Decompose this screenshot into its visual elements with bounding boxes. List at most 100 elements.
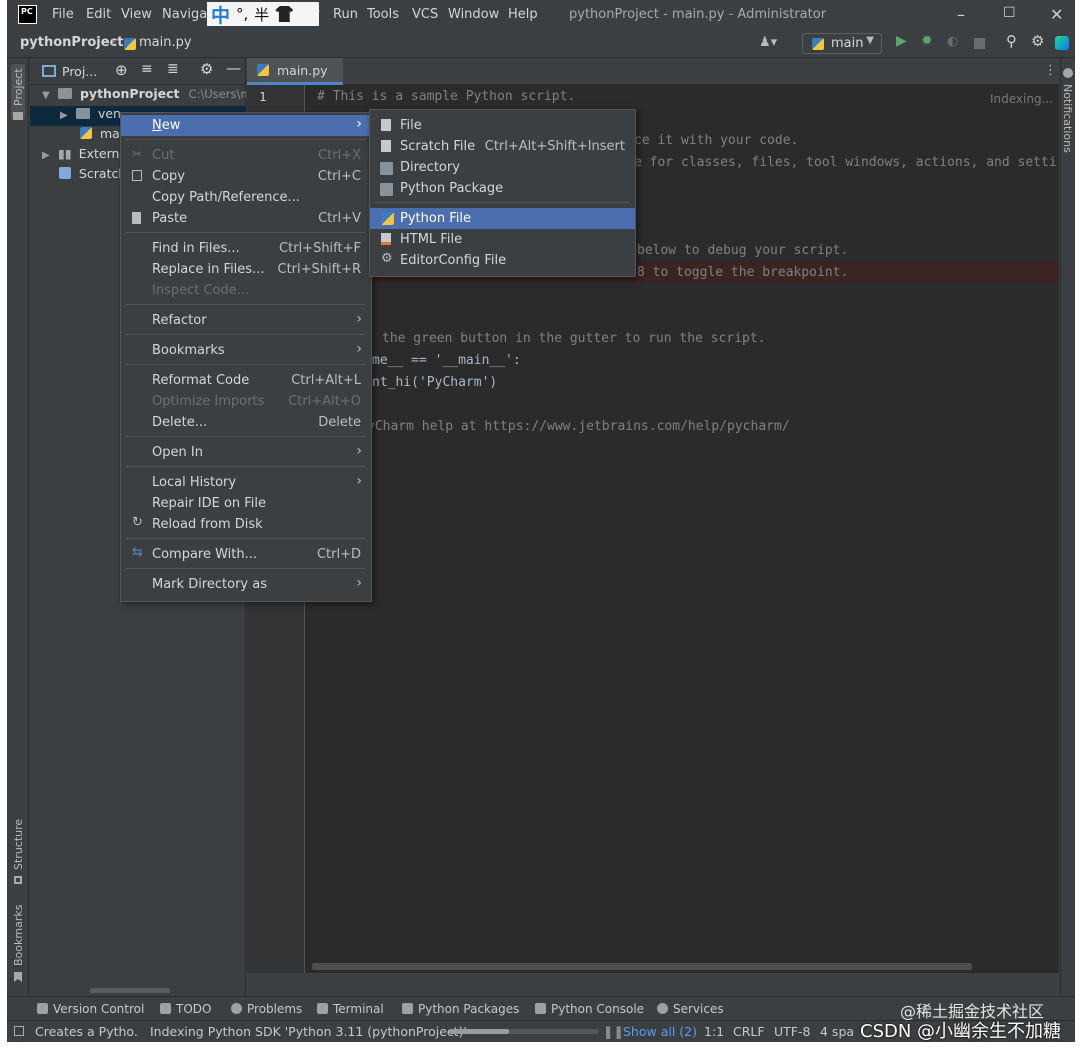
jetbrains-logo-icon[interactable] [1055, 36, 1069, 50]
menu-item-reformat-code[interactable]: Reformat Code Ctrl+Alt+L [121, 370, 371, 391]
chevron-right-icon[interactable]: ▶ [42, 150, 54, 161]
project-panel-title[interactable]: Proj... [62, 64, 97, 79]
bookmarks-tool-label[interactable]: Bookmarks [12, 905, 25, 966]
gear-icon[interactable]: ⚙ [1031, 32, 1045, 50]
tool-todo[interactable]: TODO [160, 1002, 211, 1016]
menu-item-compare-with[interactable]: ⇆ Compare With... Ctrl+D [121, 544, 371, 565]
chevron-right-icon[interactable]: ▶ [60, 110, 72, 121]
tool-windows-toggle-icon[interactable] [14, 1026, 24, 1036]
run-icon[interactable]: ▶ [896, 33, 910, 49]
code-line: yCharm help at https://www.jetbrains.com… [367, 419, 790, 434]
notifications-icon[interactable] [1063, 68, 1073, 78]
file-encoding[interactable]: UTF-8 [774, 1024, 810, 1039]
scissors-icon: ✂ [132, 147, 143, 161]
line-separator[interactable]: CRLF [733, 1024, 765, 1039]
maximize-button[interactable]: ☐ [1003, 5, 1016, 21]
project-tool-label[interactable]: Project [12, 68, 25, 106]
menu-edit[interactable]: Edit [86, 7, 111, 22]
python-icon [812, 38, 824, 50]
submenu-item-python-file[interactable]: Python File [370, 208, 635, 229]
ime-language[interactable]: 中 [211, 1, 230, 28]
menu-navigate[interactable]: Naviga [162, 7, 207, 22]
menu-item-delete[interactable]: Delete... Delete [121, 412, 371, 433]
caret-position[interactable]: 1:1 [704, 1024, 724, 1039]
show-all-link[interactable]: Show all (2) [623, 1024, 697, 1039]
submenu-item-python-package[interactable]: Python Package [370, 178, 635, 199]
hide-icon[interactable]: — [226, 59, 241, 77]
menu-window[interactable]: Window [448, 7, 499, 22]
code-line: the green button in the gutter to run th… [382, 331, 766, 346]
menu-item-replace-in-files[interactable]: Replace in Files... Ctrl+Shift+R [121, 259, 371, 280]
tool-version-control[interactable]: Version Control [37, 1002, 144, 1016]
tab-main-py[interactable]: main.py ✕ [247, 58, 343, 93]
menu-item-mark-directory-as[interactable]: Mark Directory as › [121, 574, 371, 595]
submenu-item-file[interactable]: File [370, 115, 635, 136]
ime-skin-icon[interactable] [275, 6, 294, 22]
menu-file[interactable]: File [52, 7, 74, 22]
editor-tab-bar: main.py ✕ ⋮ [247, 58, 1059, 93]
debug-icon[interactable]: ✹ [921, 33, 935, 49]
structure-tool-label[interactable]: Structure [12, 819, 25, 870]
more-tabs-icon[interactable]: ⋮ [1044, 63, 1057, 78]
breadcrumb-file[interactable]: main.py [139, 35, 192, 50]
left-tool-strip: Project Structure Bookmarks [7, 58, 29, 996]
horizontal-scrollbar[interactable] [90, 988, 170, 993]
run-configuration-select[interactable]: main ▼ [802, 33, 882, 54]
submenu-item-html-file[interactable]: HTML File [370, 229, 635, 250]
menu-run[interactable]: Run [333, 7, 358, 22]
editor-horizontal-scrollbar[interactable] [312, 963, 972, 970]
expand-all-icon[interactable]: ≡ [141, 61, 153, 77]
menu-item-optimize-imports[interactable]: Optimize Imports Ctrl+Alt+O [121, 391, 371, 412]
menu-item-open-in[interactable]: Open In › [121, 442, 371, 463]
menu-item-reload-from-disk[interactable]: ↻ Reload from Disk [121, 514, 371, 535]
menu-item-local-history[interactable]: Local History › [121, 472, 371, 493]
tool-problems[interactable]: Problems [231, 1002, 302, 1016]
coverage-icon[interactable]: ◐ [947, 34, 961, 49]
user-icon[interactable]: ♟▾ [759, 35, 777, 50]
close-button[interactable]: ✕ [1050, 5, 1063, 24]
menu-item-find-in-files[interactable]: Find in Files... Ctrl+Shift+F [121, 238, 371, 259]
ime-width[interactable]: 半 [254, 4, 269, 25]
menu-separator [126, 364, 366, 365]
collapse-all-icon[interactable]: ≣ [167, 61, 179, 77]
menu-tools[interactable]: Tools [367, 7, 399, 22]
chevron-down-icon[interactable]: ▼ [42, 90, 54, 101]
breadcrumb-project[interactable]: pythonProject [20, 35, 124, 50]
tool-python-console[interactable]: Python Console [535, 1002, 644, 1016]
tool-services[interactable]: Services [657, 1002, 724, 1016]
submenu-item-scratch-file[interactable]: Scratch File Ctrl+Alt+Shift+Insert [370, 136, 635, 157]
folder-icon [13, 112, 23, 120]
menu-item-bookmarks[interactable]: Bookmarks › [121, 340, 371, 361]
ime-toolbar[interactable]: 中 °, 半 [207, 1, 319, 28]
select-opened-file-icon[interactable]: ⊕ [115, 61, 128, 79]
menu-item-repair-ide[interactable]: Repair IDE on File [121, 493, 371, 514]
tool-terminal[interactable]: Terminal [317, 1002, 384, 1016]
indent-setting[interactable]: 4 spa [820, 1024, 854, 1039]
structure-icon [14, 876, 22, 884]
tool-python-packages[interactable]: Python Packages [402, 1002, 519, 1016]
menu-item-inspect-code[interactable]: Inspect Code... [121, 280, 371, 301]
menu-item-paste[interactable]: Paste Ctrl+V [121, 208, 371, 229]
menu-item-label: Find in Files... [152, 241, 240, 256]
search-icon[interactable]: ⚲ [1006, 32, 1020, 50]
submenu-item-editorconfig-file[interactable]: ⚙ EditorConfig File [370, 250, 635, 271]
tree-item-project-root[interactable]: ▼ pythonProject C:\Users\mjl\P [30, 86, 246, 106]
menu-item-copy[interactable]: Copy Ctrl+C [121, 166, 371, 187]
ime-punctuation[interactable]: °, [236, 5, 248, 23]
gear-icon[interactable]: ⚙ [200, 60, 213, 78]
menu-item-new[interactable]: New › [121, 115, 371, 136]
minimize-button[interactable]: – [957, 5, 965, 24]
menu-item-label: Refactor [152, 313, 207, 328]
menu-help[interactable]: Help [508, 7, 538, 22]
menu-vcs[interactable]: VCS [412, 7, 438, 22]
menu-item-refactor[interactable]: Refactor › [121, 310, 371, 331]
menu-view[interactable]: View [121, 7, 152, 22]
submenu-item-directory[interactable]: Directory [370, 157, 635, 178]
menu-item-copy-path[interactable]: Copy Path/Reference... [121, 187, 371, 208]
pause-icon[interactable]: ❚❚ [603, 1024, 624, 1039]
stop-icon[interactable] [974, 38, 985, 49]
notifications-tool-label[interactable]: Notifications [1061, 84, 1074, 153]
menu-item-label: Directory [400, 160, 460, 175]
chevron-right-icon: › [356, 116, 362, 132]
menu-item-cut[interactable]: ✂ Cut Ctrl+X [121, 145, 371, 166]
